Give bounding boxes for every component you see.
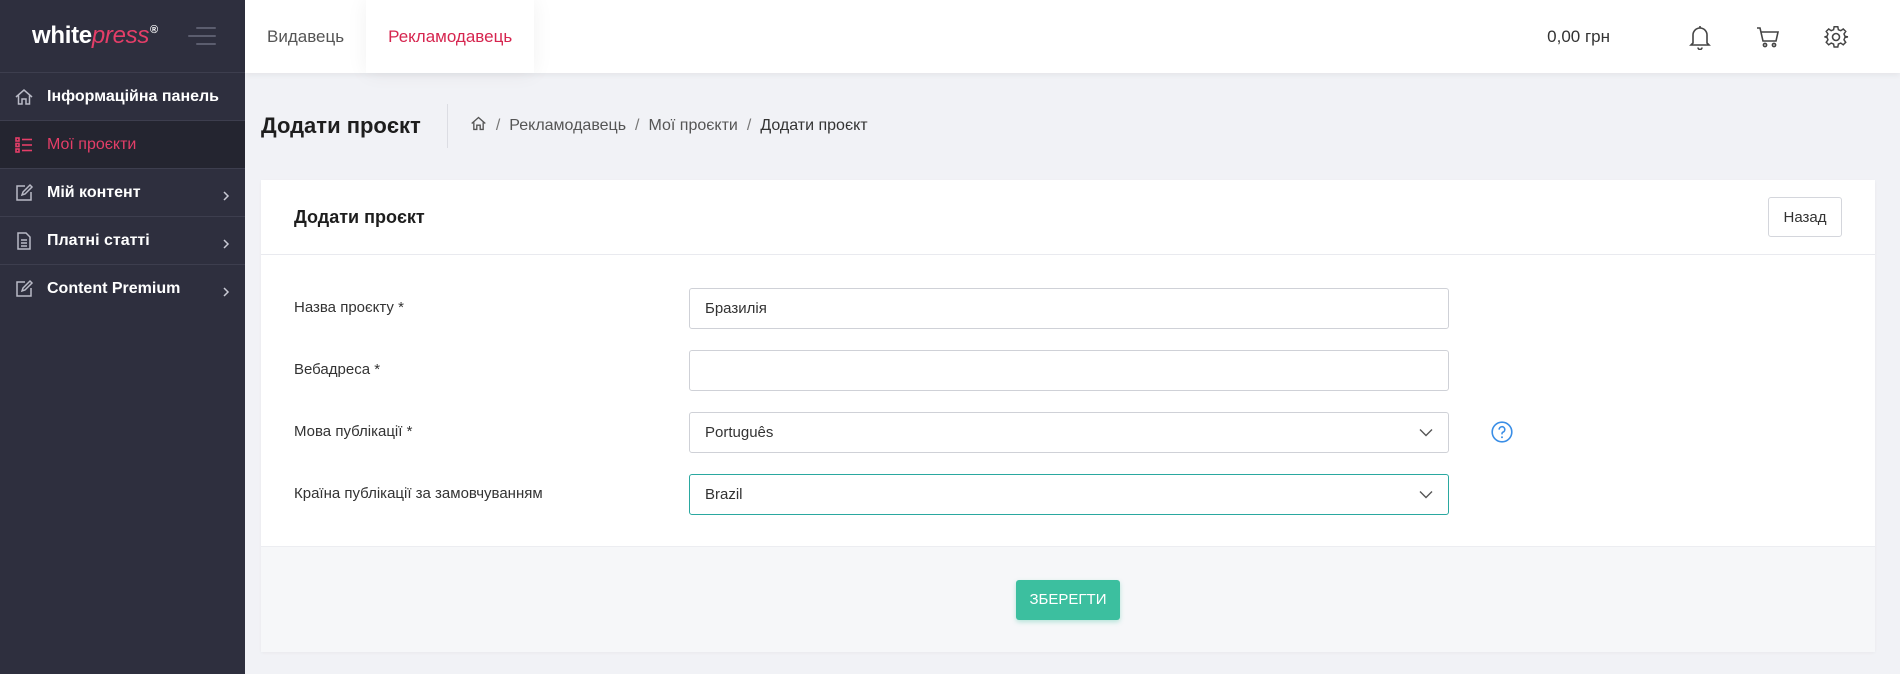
sidebar-item-my-projects[interactable]: Мої проєкти [0, 120, 245, 168]
gear-icon[interactable] [1822, 23, 1850, 51]
card-title: Додати проєкт [294, 206, 425, 227]
sidebar-item-label: Мій контент [47, 183, 141, 201]
chevron-right-icon [221, 188, 231, 201]
breadcrumb: / Рекламодавець / Мої проєкти / Додати п… [470, 115, 868, 137]
tab-publisher[interactable]: Видавець [245, 0, 366, 73]
card-header: Додати проєкт Назад [261, 180, 1875, 255]
edit-icon [13, 278, 35, 300]
page-title: Додати проєкт [261, 113, 421, 138]
form-row-project-name: Назва проєкту * Бразилія [294, 288, 1875, 350]
default-country-value: Brazil [705, 486, 743, 503]
sidebar-header: white press ® [0, 0, 245, 72]
home-icon[interactable] [470, 115, 487, 137]
sidebar-item-label: Мої проєкти [47, 135, 137, 153]
project-name-label: Назва проєкту * [294, 299, 404, 316]
add-project-card: Додати проєкт Назад Назва проєкту * Браз… [261, 180, 1875, 652]
document-icon [13, 230, 35, 252]
card-footer: ЗБЕРЕГТИ [261, 546, 1875, 652]
bell-icon[interactable] [1686, 23, 1714, 51]
default-country-label: Країна публікації за замовчуванням [294, 485, 543, 502]
sidebar-item-label: Платні статті [47, 231, 150, 249]
header-divider [446, 104, 448, 148]
logo-registered-mark: ® [150, 24, 158, 36]
project-name-value: Бразилія [705, 300, 767, 317]
back-button[interactable]: Назад [1768, 197, 1842, 237]
logo[interactable]: white press ® [32, 22, 158, 50]
chevron-down-icon [1419, 486, 1433, 503]
save-button[interactable]: ЗБЕРЕГТИ [1016, 579, 1120, 620]
help-icon[interactable] [1491, 421, 1513, 443]
website-url-input[interactable] [689, 350, 1449, 391]
cart-icon[interactable] [1754, 23, 1782, 51]
breadcrumb-separator: / [635, 117, 640, 134]
breadcrumb-separator: / [495, 117, 501, 134]
page-header: Додати проєкт / Рекламодавець / Мої проє… [261, 102, 868, 150]
tab-advertiser[interactable]: Рекламодавець [366, 0, 535, 73]
sidebar-item-paid-articles[interactable]: Платні статті [0, 216, 245, 264]
topbar-actions: 0,00 грн [1547, 0, 1900, 73]
chevron-right-icon [221, 236, 231, 249]
website-url-label: Вебадреса * [294, 361, 381, 378]
project-name-input[interactable]: Бразилія [689, 288, 1449, 329]
logo-white-text: white [32, 22, 92, 49]
chevron-down-icon [1419, 424, 1433, 441]
edit-icon [13, 182, 35, 204]
topbar: Видавець Рекламодавець 0,00 грн [245, 0, 1900, 73]
publication-language-select[interactable]: Português [689, 412, 1449, 453]
breadcrumb-separator: / [746, 117, 752, 134]
menu-toggle-icon[interactable] [187, 27, 216, 45]
publication-language-label: Мова публікації * [294, 423, 413, 440]
logo-press-text: press [91, 22, 150, 49]
project-form: Назва проєкту * Бразилія Вебадреса * Мов… [261, 255, 1875, 536]
form-row-website-url: Вебадреса * [294, 350, 1875, 412]
sidebar-item-my-content[interactable]: Мій контент [0, 168, 245, 216]
default-country-select[interactable]: Brazil [689, 474, 1449, 515]
list-icon [13, 134, 35, 156]
breadcrumb-my-projects[interactable]: Мої проєкти [649, 117, 738, 135]
sidebar-item-label: Інформаційна панель [47, 87, 220, 105]
form-row-publication-language: Мова публікації * Português [294, 412, 1875, 474]
sidebar-item-dashboard[interactable]: Інформаційна панель [0, 72, 245, 120]
breadcrumb-current: Додати проєкт [760, 117, 868, 134]
chevron-right-icon [221, 284, 231, 297]
sidebar: white press ® Інформаційна панель Мої проє… [0, 0, 245, 674]
publication-language-value: Português [705, 424, 774, 441]
sidebar-item-content-premium[interactable]: Content Premium [0, 264, 245, 312]
breadcrumb-advertiser[interactable]: Рекламодавець [509, 117, 626, 135]
account-balance[interactable]: 0,00 грн [1547, 27, 1610, 47]
form-row-default-country: Країна публікації за замовчуванням Brazi… [294, 474, 1875, 536]
sidebar-item-label: Content Premium [47, 279, 181, 297]
home-icon [13, 86, 35, 108]
